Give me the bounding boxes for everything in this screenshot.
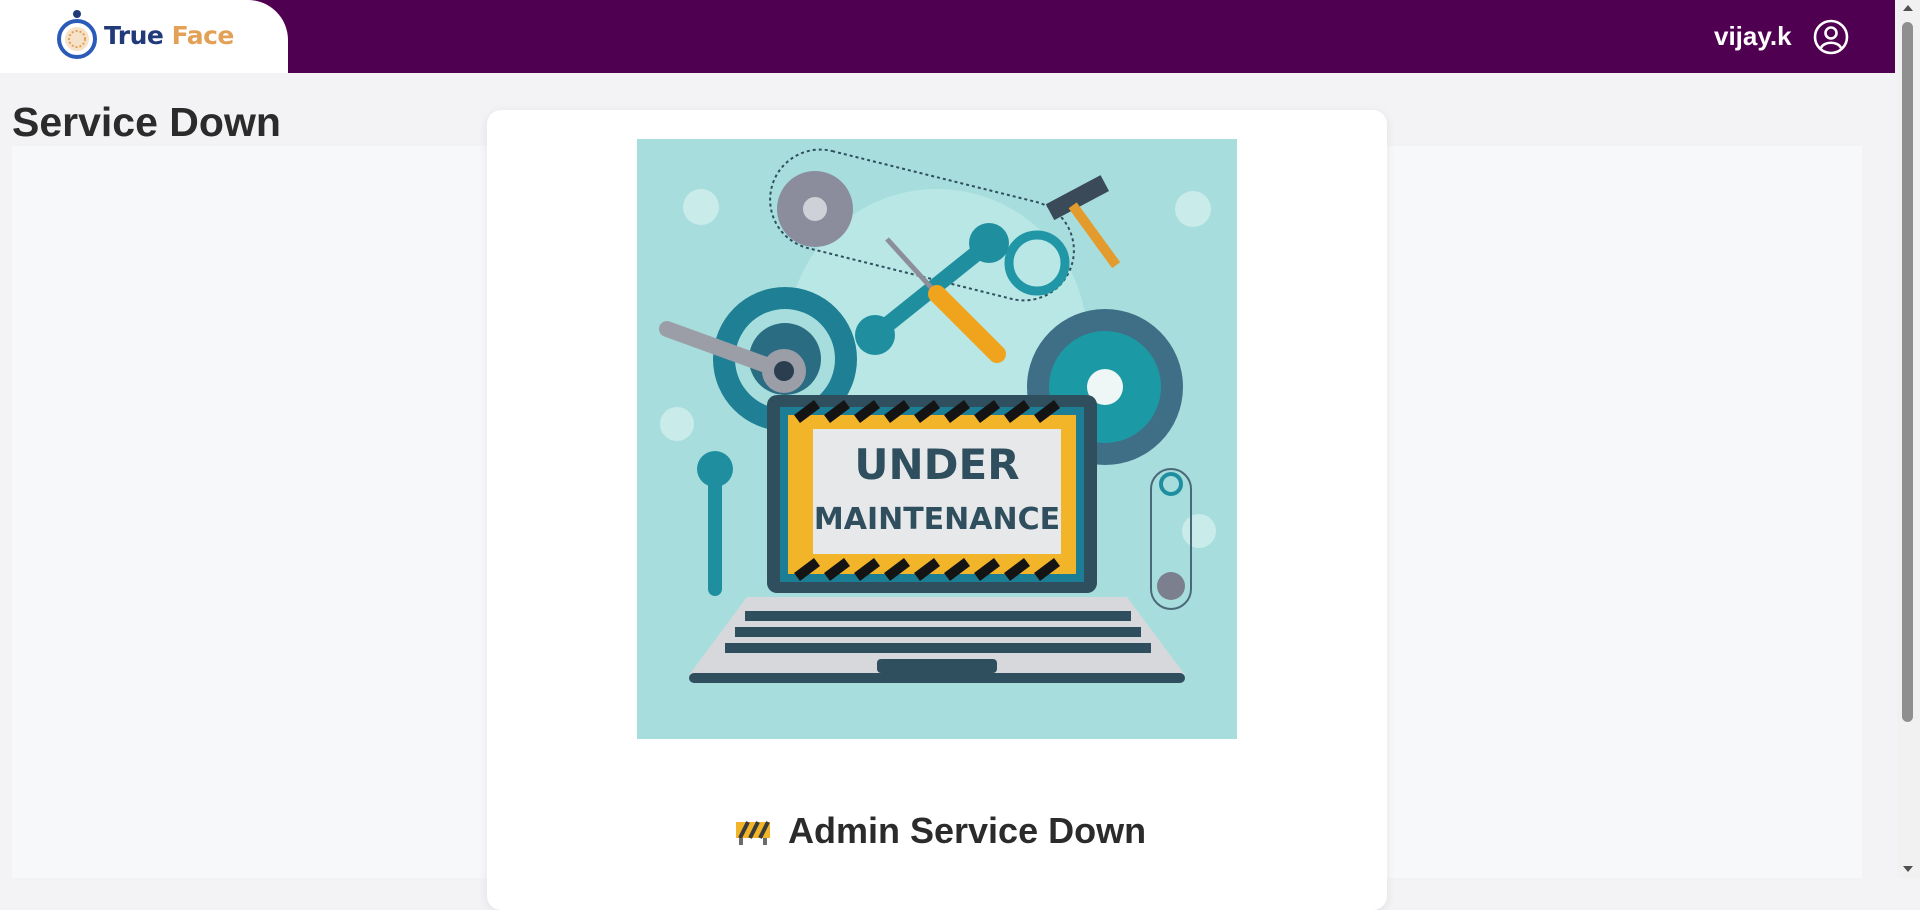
card-heading: Admin Service Down	[734, 810, 1146, 852]
true-face-logo-icon	[57, 10, 97, 59]
page-title: Service Down	[12, 99, 281, 145]
logo-container[interactable]: True Face	[0, 0, 288, 73]
card-heading-text: Admin Service Down	[788, 810, 1147, 851]
scroll-down-arrow-icon[interactable]	[1900, 862, 1916, 876]
logo-word-face: Face	[171, 21, 235, 50]
logo-word-true: True	[104, 21, 164, 50]
illustration-text-under: UNDER	[854, 440, 1019, 489]
logo-text: True Face	[104, 21, 234, 50]
illustration-text-maintenance: MAINTENANCE	[814, 502, 1060, 537]
username-label[interactable]: vijay.k	[1714, 21, 1792, 52]
construction-barrier-icon	[736, 821, 770, 845]
under-maintenance-illustration: UNDER MAINTENANCE	[637, 139, 1237, 739]
user-circle-icon[interactable]	[1813, 19, 1849, 55]
scroll-up-arrow-icon[interactable]	[1900, 1, 1916, 15]
scrollbar-thumb[interactable]	[1902, 22, 1913, 722]
